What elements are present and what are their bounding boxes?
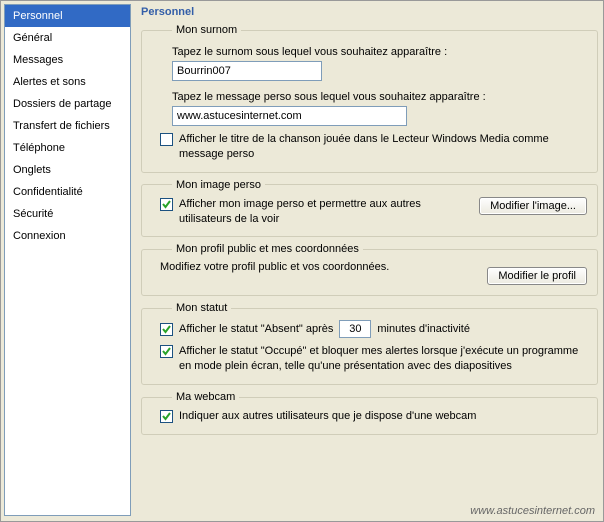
absent-label-after: minutes d'inactivité [377,323,470,335]
absent-minutes-input[interactable] [339,320,371,338]
legend-profil: Mon profil public et mes coordonnées [172,243,363,255]
group-webcam: Ma webcam Indiquer aux autres utilisateu… [141,391,598,435]
sidebar-item-confidentialite[interactable]: Confidentialité [5,181,130,203]
show-image-label: Afficher mon image perso et permettre au… [179,197,469,227]
group-statut: Mon statut Afficher le statut "Absent" a… [141,302,598,385]
modify-image-button[interactable]: Modifier l'image... [479,197,587,215]
sidebar-item-telephone[interactable]: Téléphone [5,137,130,159]
personal-msg-input[interactable] [172,106,407,126]
sidebar-item-connexion[interactable]: Connexion [5,225,130,247]
nickname-input[interactable] [172,61,322,81]
sidebar-item-onglets[interactable]: Onglets [5,159,130,181]
group-image: Mon image perso Afficher mon image perso… [141,179,598,238]
sidebar-item-personnel[interactable]: Personnel [5,5,130,27]
webcam-checkbox[interactable] [160,410,173,423]
footer-watermark: www.astucesinternet.com [470,505,595,517]
page-title: Personnel [141,6,600,18]
legend-webcam: Ma webcam [172,391,239,403]
occupe-checkbox[interactable] [160,345,173,358]
group-surnom: Mon surnom Tapez le surnom sous lequel v… [141,24,598,173]
sidebar-item-messages[interactable]: Messages [5,49,130,71]
nickname-label: Tapez le surnom sous lequel vous souhait… [172,46,587,58]
sidebar-item-transfert[interactable]: Transfert de fichiers [5,115,130,137]
sidebar-item-general[interactable]: Général [5,27,130,49]
group-profil: Mon profil public et mes coordonnées Mod… [141,243,598,296]
sidebar-item-securite[interactable]: Sécurité [5,203,130,225]
legend-image: Mon image perso [172,179,265,191]
show-song-checkbox[interactable] [160,133,173,146]
sidebar: Personnel Général Messages Alertes et so… [4,4,131,516]
sidebar-item-alertes[interactable]: Alertes et sons [5,71,130,93]
show-song-label: Afficher le titre de la chanson jouée da… [179,132,587,162]
show-image-checkbox[interactable] [160,198,173,211]
absent-checkbox[interactable] [160,323,173,336]
legend-surnom: Mon surnom [172,24,241,36]
legend-statut: Mon statut [172,302,231,314]
occupe-label: Afficher le statut "Occupé" et bloquer m… [179,344,587,374]
options-window: Personnel Général Messages Alertes et so… [0,0,604,522]
modify-profile-button[interactable]: Modifier le profil [487,267,587,285]
webcam-label: Indiquer aux autres utilisateurs que je … [179,409,587,424]
absent-label-before: Afficher le statut "Absent" après [179,323,333,335]
main-panel: Personnel Mon surnom Tapez le surnom sou… [139,4,600,518]
profil-text: Modifiez votre profil public et vos coor… [160,261,389,273]
personal-msg-label: Tapez le message perso sous lequel vous … [172,91,587,103]
sidebar-item-dossiers[interactable]: Dossiers de partage [5,93,130,115]
